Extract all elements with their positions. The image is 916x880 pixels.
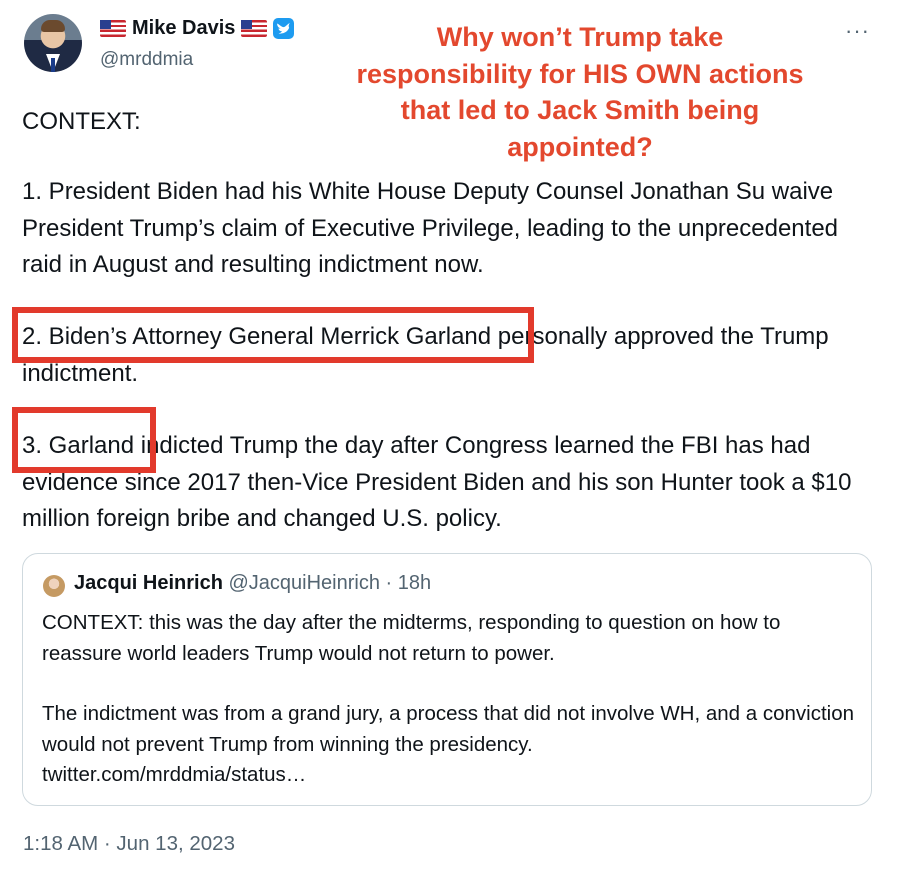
- overlay-caption: Why won’t Trump take responsibility for …: [320, 19, 840, 165]
- highlight-box-garland-indicted: [12, 407, 156, 473]
- quoted-tweet-paragraph: The indictment was from a grand jury, a …: [42, 699, 862, 791]
- us-flag-icon: [241, 20, 268, 37]
- quoted-tweet-header: Jacqui Heinrich @JacquiHeinrich · 18h: [74, 572, 431, 595]
- quoted-author-name: Jacqui Heinrich: [74, 572, 223, 594]
- author-name-row[interactable]: Mike Davis: [100, 17, 295, 40]
- quoted-tweet-link[interactable]: twitter.com/mrddmia/status…: [42, 763, 306, 786]
- quoted-tweet-card[interactable]: Jacqui Heinrich @JacquiHeinrich · 18h CO…: [22, 553, 872, 806]
- tweet-point-1: 1. President Biden had his White House D…: [22, 178, 839, 278]
- author-avatar[interactable]: [24, 14, 82, 72]
- quoted-tweet-body: CONTEXT: this was the day after the midt…: [42, 608, 862, 791]
- more-options-icon[interactable]: ···: [845, 18, 870, 44]
- overlay-caption-line: appointed?: [507, 131, 653, 162]
- overlay-caption-line: that led to Jack Smith being: [400, 95, 760, 125]
- quoted-author-handle-time: @JacquiHeinrich · 18h: [228, 572, 432, 594]
- quoted-tweet-paragraph: CONTEXT: this was the day after the midt…: [42, 611, 781, 665]
- us-flag-icon: [100, 20, 126, 37]
- quoted-author-avatar: [43, 575, 65, 597]
- highlight-box-garland-approved: [12, 307, 534, 363]
- overlay-caption-line: Why won’t Trump take: [436, 22, 724, 52]
- verified-badge-icon: [273, 18, 295, 39]
- author-handle[interactable]: @mrddmia: [100, 49, 193, 71]
- avatar-hair: [41, 20, 65, 32]
- tweet-timestamp[interactable]: 1:18 AM · Jun 13, 2023: [23, 832, 235, 856]
- avatar-tie: [51, 58, 55, 72]
- overlay-caption-line: responsibility for HIS OWN actions: [356, 58, 804, 89]
- author-display-name[interactable]: Mike Davis: [132, 17, 235, 40]
- tweet-intro: CONTEXT:: [22, 108, 141, 135]
- quoted-tweet-text: The indictment was from a grand jury, a …: [42, 702, 855, 756]
